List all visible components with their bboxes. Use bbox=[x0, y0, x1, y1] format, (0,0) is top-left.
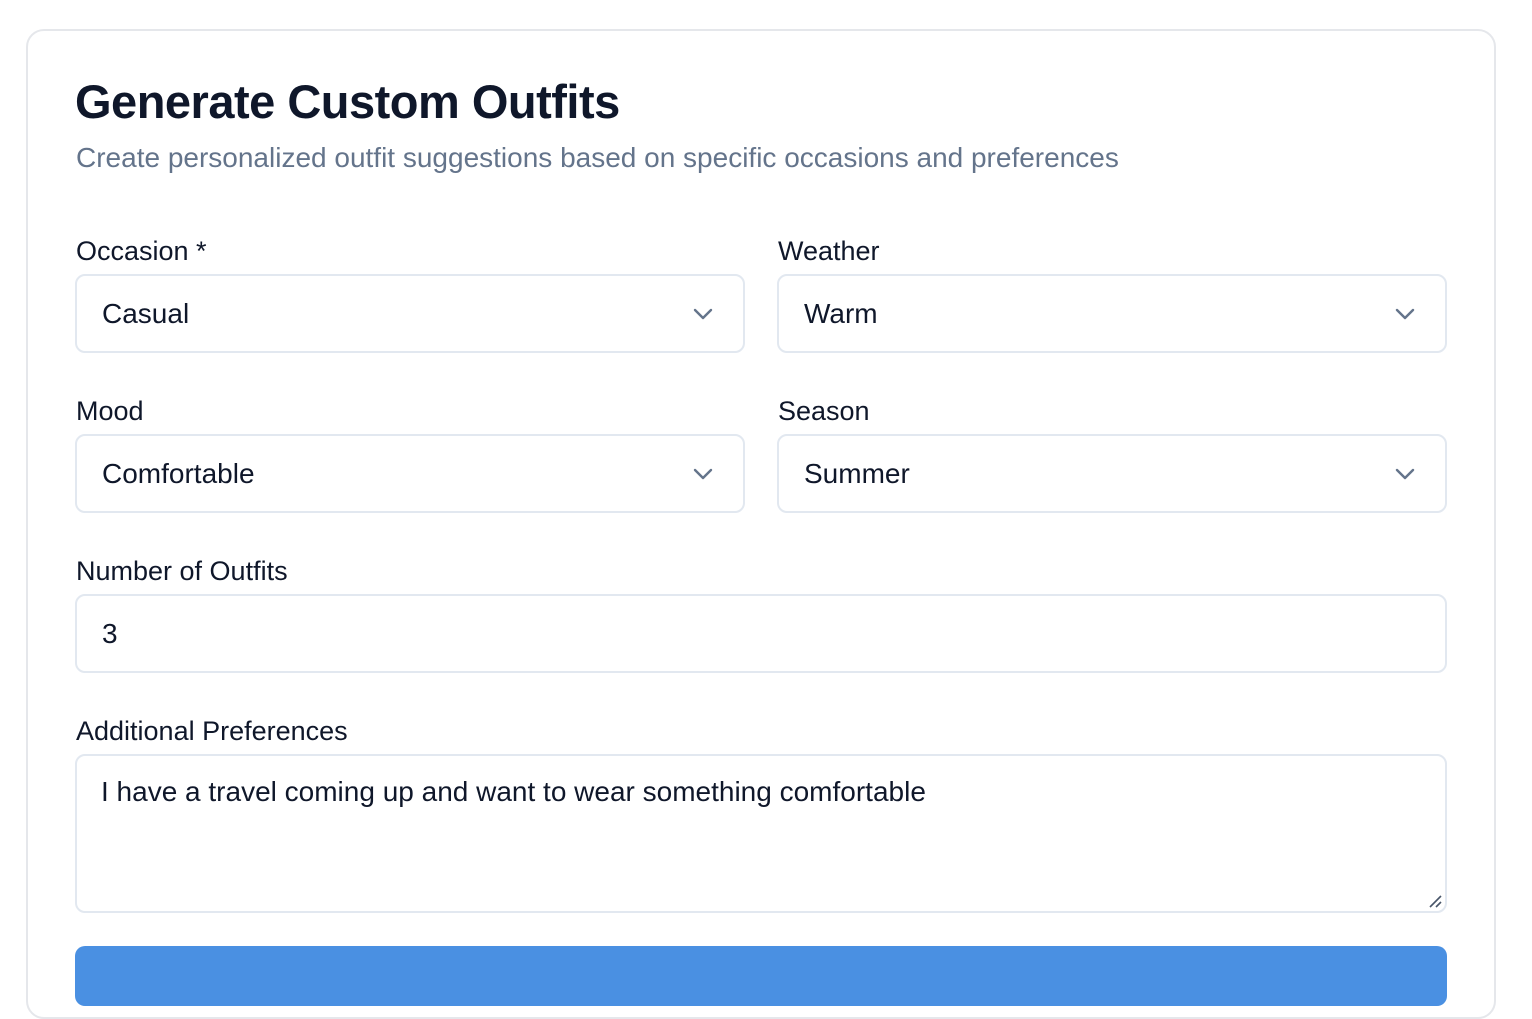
page-subtitle: Create personalized outfit suggestions b… bbox=[76, 142, 1119, 173]
additional-preferences-value: I have a travel coming up and want to we… bbox=[101, 776, 926, 807]
season-select-value: Summer bbox=[804, 458, 910, 489]
mood-select-value: Comfortable bbox=[102, 458, 255, 489]
number-of-outfits-value: 3 bbox=[102, 618, 118, 649]
resize-handle-icon[interactable] bbox=[1427, 893, 1443, 909]
occasion-label: Occasion * bbox=[76, 236, 207, 266]
chevron-down-icon bbox=[1395, 468, 1415, 480]
weather-select-value: Warm bbox=[804, 298, 878, 329]
mood-select[interactable]: Comfortable bbox=[75, 434, 745, 513]
chevron-down-icon bbox=[693, 308, 713, 320]
generate-outfits-button[interactable] bbox=[75, 946, 1447, 1006]
weather-label: Weather bbox=[778, 236, 880, 266]
chevron-down-icon bbox=[693, 468, 713, 480]
mood-label: Mood bbox=[76, 396, 144, 426]
page-title: Generate Custom Outfits bbox=[75, 75, 620, 128]
chevron-down-icon bbox=[1395, 308, 1415, 320]
number-of-outfits-label: Number of Outfits bbox=[76, 556, 288, 586]
additional-preferences-textarea[interactable]: I have a travel coming up and want to we… bbox=[75, 754, 1447, 913]
number-of-outfits-input[interactable]: 3 bbox=[75, 594, 1447, 673]
additional-preferences-label: Additional Preferences bbox=[76, 716, 348, 746]
weather-select[interactable]: Warm bbox=[777, 274, 1447, 353]
occasion-select[interactable]: Casual bbox=[75, 274, 745, 353]
season-select[interactable]: Summer bbox=[777, 434, 1447, 513]
occasion-select-value: Casual bbox=[102, 298, 190, 329]
season-label: Season bbox=[778, 396, 870, 426]
